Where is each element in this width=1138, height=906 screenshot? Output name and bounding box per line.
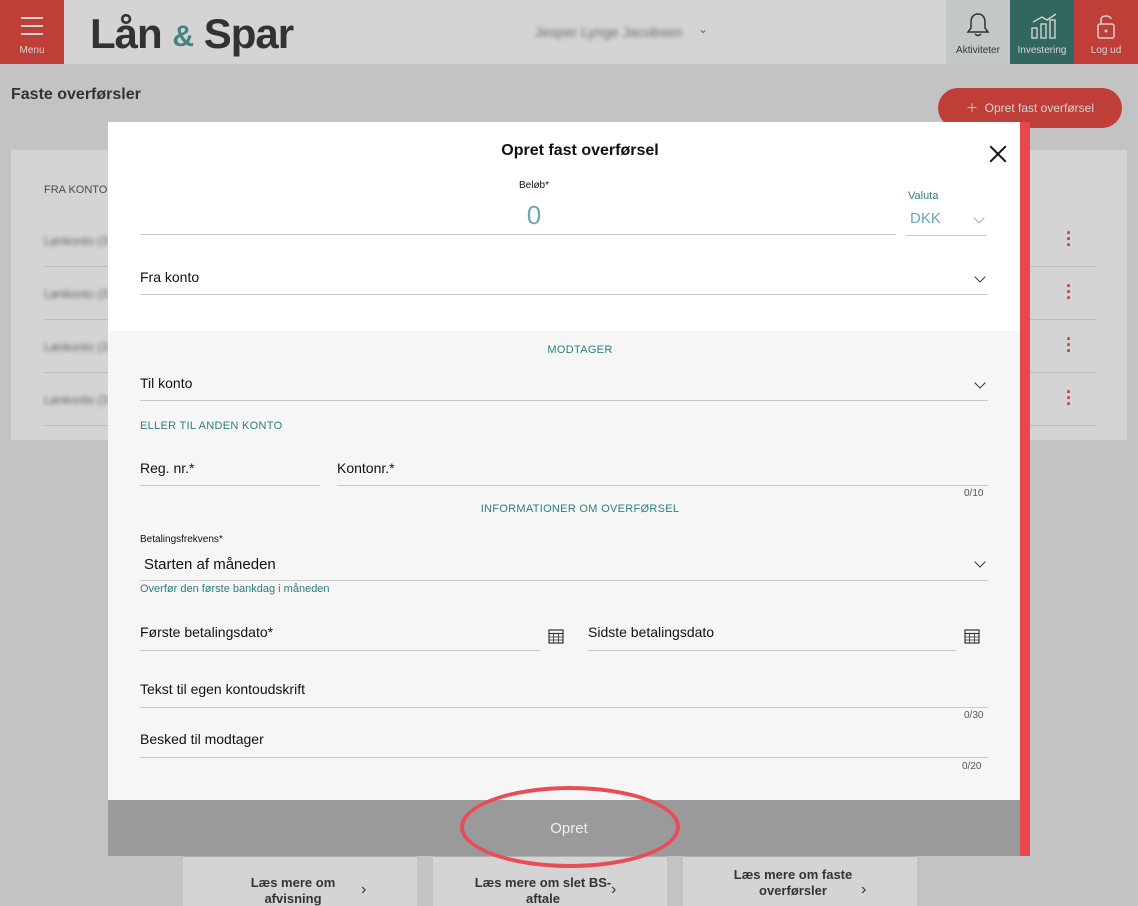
to-account-underline: [140, 400, 988, 401]
calendar-icon[interactable]: [964, 628, 980, 644]
chevron-down-icon[interactable]: [974, 377, 986, 389]
own-text-counter: 0/30: [964, 710, 984, 721]
create-transfer-dialog: Opret fast overførsel Beløb* 0 Valuta DK…: [108, 122, 1020, 856]
chevron-down-icon[interactable]: [973, 212, 985, 224]
frequency-hint: Overfør den første bankdag i måneden: [140, 583, 330, 595]
transfer-info-heading: INFORMATIONER OM OVERFØRSEL: [480, 503, 680, 515]
calendar-icon[interactable]: [548, 628, 564, 644]
message-counter: 0/20: [962, 761, 982, 772]
first-payment-date-input[interactable]: Første betalingsdato*: [140, 624, 273, 640]
reg-number-underline: [140, 485, 320, 486]
frequency-label: Betalingsfrekvens*: [140, 534, 223, 545]
amount-input[interactable]: 0: [140, 200, 928, 231]
amount-label: Beløb*: [518, 180, 549, 191]
last-payment-date-input[interactable]: Sidste betalingsdato: [588, 624, 714, 640]
highlight-annotation: [460, 786, 680, 868]
message-underline: [140, 757, 988, 758]
currency-underline: [906, 235, 986, 236]
frequency-underline: [140, 580, 988, 581]
dialog-title: Opret fast overførsel: [501, 142, 659, 159]
amount-underline: [140, 234, 896, 235]
from-account-select[interactable]: Fra konto: [140, 269, 199, 285]
account-number-underline: [337, 485, 988, 486]
frequency-select[interactable]: Starten af måneden: [144, 556, 276, 573]
currency-label: Valuta: [908, 190, 939, 202]
modal-scroll-edge: [1020, 122, 1030, 856]
receiver-section: MODTAGER Til konto ELLER TIL ANDEN KONTO…: [108, 331, 1020, 800]
own-statement-text-input[interactable]: Tekst til egen kontoudskrift: [140, 681, 305, 697]
last-date-underline: [588, 650, 956, 651]
to-account-select[interactable]: Til konto: [140, 375, 192, 391]
other-account-link[interactable]: ELLER TIL ANDEN KONTO: [140, 420, 282, 432]
chevron-down-icon[interactable]: [974, 556, 986, 568]
account-number-input[interactable]: Kontonr.*: [337, 460, 395, 476]
own-text-underline: [140, 707, 988, 708]
from-account-underline: [140, 294, 988, 295]
close-icon[interactable]: [988, 144, 1008, 164]
chevron-down-icon[interactable]: [974, 271, 986, 283]
receiver-heading: MODTAGER: [547, 344, 613, 356]
first-date-underline: [140, 650, 540, 651]
currency-select[interactable]: DKK: [910, 210, 941, 227]
reg-number-input[interactable]: Reg. nr.*: [140, 460, 194, 476]
message-to-receiver-input[interactable]: Besked til modtager: [140, 731, 264, 747]
account-number-counter: 0/10: [964, 488, 984, 499]
